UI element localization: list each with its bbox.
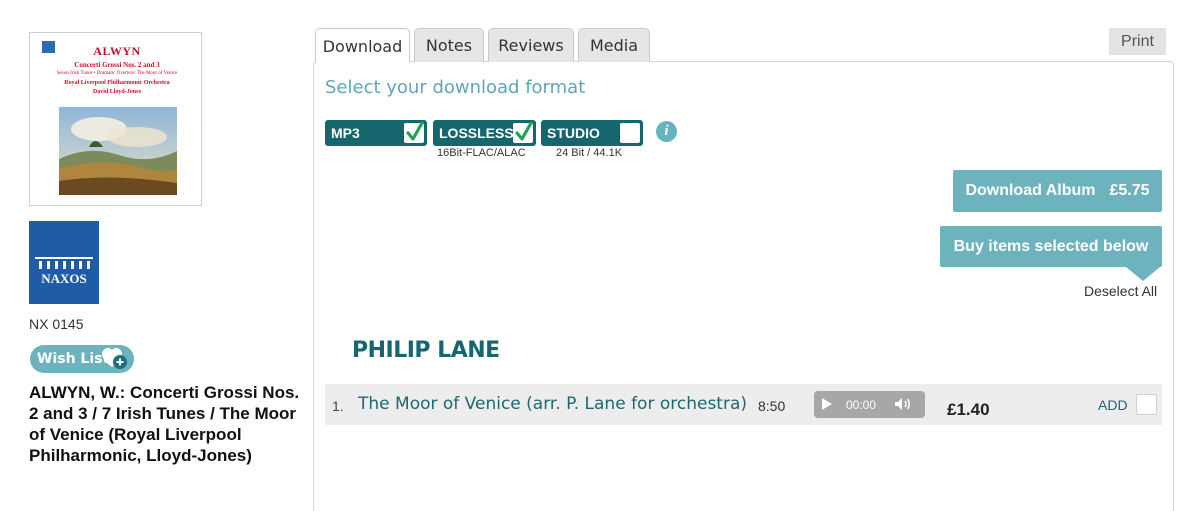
format-lossless-checkbox[interactable] <box>513 121 533 143</box>
deselect-all-link[interactable]: Deselect All <box>1084 283 1157 299</box>
track-add-checkbox[interactable] <box>1136 394 1157 415</box>
label-name: NAXOS <box>41 271 87 286</box>
format-studio-spec: 24 Bit / 44.1K <box>556 147 623 159</box>
player-time: 00:00 <box>846 398 877 412</box>
format-studio-toggle[interactable]: STUDIO <box>541 120 643 146</box>
cover-title: ALWYN <box>93 44 141 58</box>
tab-notes[interactable]: Notes <box>414 28 484 62</box>
play-icon[interactable] <box>822 398 832 410</box>
cover-conductor: David Lloyd-Jones <box>92 89 142 95</box>
cover-orchestra: Royal Liverpool Philharmonic Orchestra <box>64 80 170 86</box>
audio-player[interactable]: 00:00 <box>814 391 925 418</box>
checkmark-icon <box>515 121 533 141</box>
cover-works: Seven Irish Tunes • Dramatic Overture: T… <box>56 71 178 76</box>
download-album-price: £5.75 <box>1109 182 1150 199</box>
track-number: 1. <box>332 398 344 414</box>
info-icon[interactable]: i <box>656 121 677 142</box>
download-album-label: Download Album <box>965 182 1096 199</box>
track-price: £1.40 <box>947 400 990 419</box>
format-mp3-checkbox[interactable] <box>404 121 424 143</box>
format-mp3-toggle[interactable]: MP3 <box>325 120 427 146</box>
buy-selected-pointer <box>1126 267 1160 281</box>
composer-heading: PHILIP LANE <box>352 338 500 363</box>
wishlist-button[interactable]: Wish List <box>30 345 134 373</box>
heart-add-icon <box>102 348 128 370</box>
wishlist-label: Wish List <box>37 351 110 367</box>
track-add-label[interactable]: ADD <box>1098 397 1128 413</box>
print-button[interactable]: Print <box>1109 28 1166 55</box>
buy-selected-button[interactable]: Buy items selected below <box>940 226 1162 267</box>
track-title[interactable]: The Moor of Venice (arr. P. Lane for orc… <box>358 394 747 414</box>
volume-icon[interactable] <box>894 397 912 411</box>
checkmark-icon <box>406 121 424 141</box>
album-title: ALWYN, W.: Concerti Grossi Nos. 2 and 3 … <box>29 383 300 465</box>
format-lossless-toggle[interactable]: LOSSLESS <box>433 120 536 146</box>
track-duration: 8:50 <box>758 398 786 414</box>
album-cover[interactable]: ALWYN Concerti Grossi Nos. 2 and 3 Seven… <box>29 32 202 206</box>
record-label-logo[interactable]: NAXOS <box>29 221 99 304</box>
tab-download[interactable]: Download <box>315 28 410 63</box>
cover-landscape-painting <box>59 107 177 195</box>
format-studio-checkbox[interactable] <box>620 123 640 143</box>
tab-media[interactable]: Media <box>578 28 650 62</box>
download-format-heading: Select your download format <box>325 77 586 98</box>
download-album-button[interactable]: Download Album £5.75 <box>953 170 1162 212</box>
tab-reviews[interactable]: Reviews <box>488 28 574 62</box>
format-studio-label: STUDIO <box>547 125 600 141</box>
cover-subtitle: Concerti Grossi Nos. 2 and 3 <box>74 61 160 69</box>
format-mp3-label: MP3 <box>331 125 360 141</box>
catalog-number: NX 0145 <box>29 316 84 332</box>
track-row: 1. The Moor of Venice (arr. P. Lane for … <box>325 384 1162 425</box>
format-lossless-spec: 16Bit-FLAC/ALAC <box>437 147 526 159</box>
format-lossless-label: LOSSLESS <box>439 125 514 141</box>
